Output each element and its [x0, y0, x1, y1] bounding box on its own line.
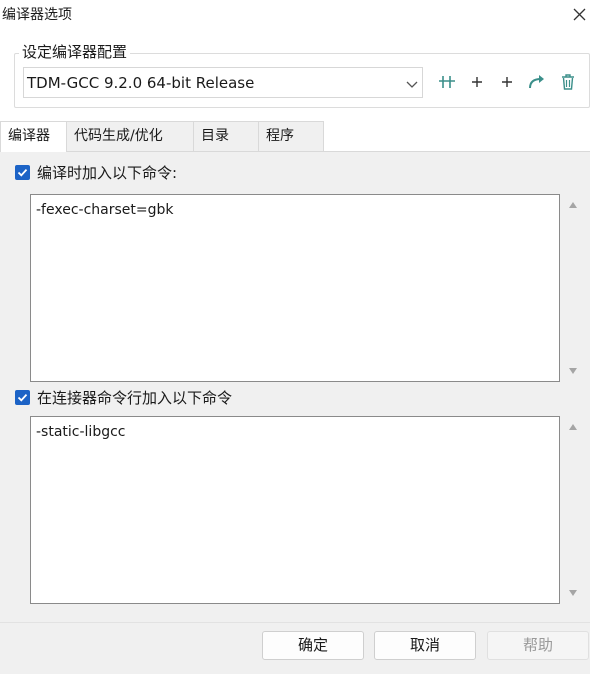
tab-programs[interactable]: 程序 [258, 121, 324, 151]
rename-arrow-icon[interactable] [526, 71, 548, 93]
cancel-button[interactable]: 取消 [374, 631, 476, 660]
help-button[interactable]: 帮助 [487, 631, 589, 660]
compile-options-scrollbar[interactable] [564, 195, 583, 381]
scroll-down-arrow-icon[interactable] [569, 368, 577, 374]
tab-directories[interactable]: 目录 [193, 121, 259, 151]
linker-options-textarea[interactable] [30, 416, 560, 604]
title-bar [0, 0, 590, 30]
scroll-up-arrow-icon[interactable] [569, 424, 577, 430]
compile-options-textarea[interactable] [30, 194, 560, 382]
add-compiler-2-icon[interactable] [496, 71, 518, 93]
linker-options-checkbox[interactable] [15, 390, 30, 405]
close-icon[interactable] [570, 5, 590, 25]
compile-options-text: -fexec-charset=gbk [36, 202, 174, 218]
window-title: 编译器选项 [2, 7, 72, 23]
linker-options-text: -static-libgcc [36, 424, 126, 440]
linker-options-label: 在连接器命令行加入以下命令 [37, 389, 233, 407]
scroll-up-arrow-icon[interactable] [569, 202, 577, 208]
scroll-down-arrow-icon[interactable] [569, 590, 577, 596]
delete-icon[interactable] [557, 71, 579, 93]
ok-button[interactable]: 确定 [262, 631, 364, 660]
compile-options-label: 编译时加入以下命令: [37, 164, 178, 182]
find-compiler-icon[interactable] [436, 71, 458, 93]
compile-options-checkbox[interactable] [15, 165, 30, 180]
chevron-down-icon[interactable] [405, 76, 419, 90]
compiler-set-group-title: 设定编译器配置 [19, 42, 131, 62]
compiler-set-selected: TDM-GCC 9.2.0 64-bit Release [27, 74, 255, 92]
tab-code-generation[interactable]: 代码生成/优化 [66, 121, 194, 151]
tab-bar-divider [0, 151, 590, 152]
add-compiler-icon[interactable] [466, 71, 488, 93]
linker-options-scrollbar[interactable] [564, 417, 583, 603]
tab-compiler[interactable]: 编译器 [0, 121, 67, 152]
